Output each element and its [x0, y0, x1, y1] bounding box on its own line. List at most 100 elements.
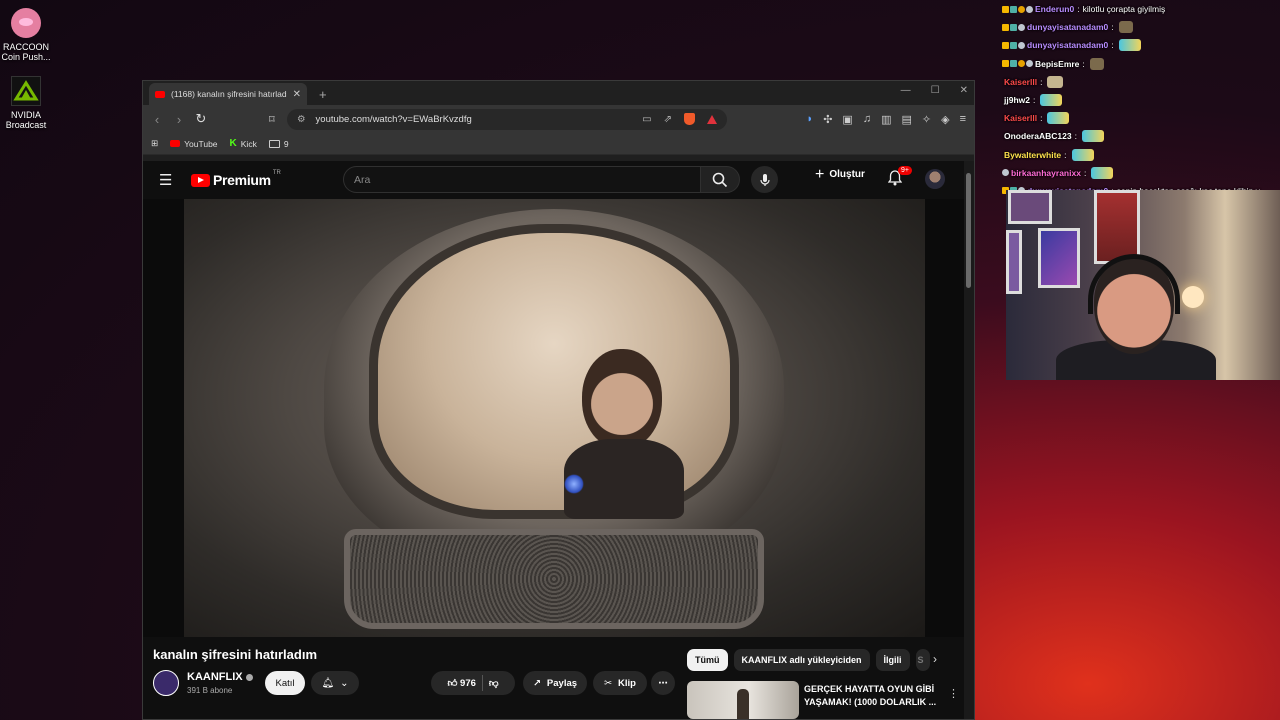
- gem-badge-icon: [1026, 60, 1033, 68]
- search-placeholder: Ara: [354, 173, 371, 186]
- screenshot-icon[interactable]: ▣: [842, 113, 852, 126]
- notification-badge: 9+: [898, 166, 912, 175]
- sub-badge-icon: [1010, 60, 1017, 68]
- music-icon[interactable]: ♫: [863, 113, 871, 126]
- voice-search-button[interactable]: [751, 166, 778, 193]
- browser-tab-active[interactable]: (1168) kanalın şifresini hatırladım ✕: [149, 83, 307, 105]
- forward-icon[interactable]: ›: [173, 112, 185, 127]
- join-button[interactable]: Katıl: [265, 671, 305, 695]
- sub-badge-icon: [1010, 41, 1017, 49]
- minimize-icon[interactable]: —: [901, 85, 911, 96]
- chip-next[interactable]: S: [915, 649, 930, 671]
- site-info-icon[interactable]: ⚙: [297, 114, 306, 125]
- more-actions-button[interactable]: ⋯: [651, 671, 675, 695]
- extensions-icon[interactable]: ✣: [823, 113, 832, 126]
- browser-window: (1168) kanalın şifresini hatırladım ✕ + …: [142, 80, 975, 720]
- search-input[interactable]: Ara: [343, 166, 701, 193]
- chat-separator: :: [1077, 4, 1080, 15]
- close-window-icon[interactable]: ✕: [960, 85, 968, 96]
- subscriber-count: 391 B abone: [187, 686, 233, 695]
- brave-rewards-icon[interactable]: [707, 114, 717, 124]
- search-button[interactable]: [700, 166, 740, 193]
- chat-username[interactable]: dunyayisatanadam0: [1027, 40, 1108, 50]
- chat-emote-icon: [1089, 57, 1104, 70]
- channel-avatar[interactable]: [153, 670, 179, 696]
- share-page-icon[interactable]: ⇗: [664, 114, 672, 125]
- scrollbar-thumb[interactable]: [966, 173, 971, 288]
- bookmarks-bar: ⊞ YouTube K Kick 9: [143, 133, 974, 155]
- apps-grid-icon[interactable]: ⊞: [151, 138, 158, 149]
- close-tab-icon[interactable]: ✕: [293, 89, 301, 100]
- bookmark-label: YouTube: [184, 138, 218, 149]
- youtube-premium-logo[interactable]: Premium TR: [191, 170, 281, 188]
- bookmark-youtube[interactable]: YouTube: [170, 138, 218, 149]
- chat-username[interactable]: Bywalterwhite: [1004, 150, 1061, 160]
- account-avatar[interactable]: [925, 169, 945, 189]
- like-button[interactable]: 👍︎ 976: [447, 677, 475, 689]
- chip-related[interactable]: İlgili: [875, 649, 910, 671]
- chat-username[interactable]: OnoderaABC123: [1004, 131, 1072, 141]
- microphone-icon: [759, 173, 770, 186]
- bookmark-page-icon[interactable]: ⌑: [269, 113, 275, 126]
- chat-username[interactable]: Kaiserlll: [1004, 77, 1037, 87]
- chat-separator: :: [1064, 149, 1067, 160]
- page-scrollbar[interactable]: [964, 161, 974, 719]
- desktop-icon-nvidia[interactable]: NVIDIA Broadcast: [0, 76, 52, 130]
- chat-username[interactable]: Enderun0: [1035, 4, 1074, 14]
- chat-message: dunyayisatanadam0:: [1002, 36, 1280, 54]
- gem-badge-icon: [1026, 5, 1033, 13]
- cast-icon[interactable]: ▭: [642, 114, 651, 125]
- wall-poster: [1006, 230, 1022, 294]
- bookmark-folder[interactable]: 9: [268, 139, 289, 149]
- more-vert-icon[interactable]: ⋮: [948, 687, 959, 700]
- chat-message: BepisEmre:: [1002, 55, 1280, 73]
- share-button[interactable]: ↗ Paylaş: [523, 671, 587, 695]
- blue-light: [564, 474, 584, 494]
- translate-icon[interactable]: ◗: [807, 113, 814, 126]
- chat-separator: :: [1074, 131, 1077, 142]
- subscription-bell-button[interactable]: 🔔︎ ⌄: [311, 671, 359, 695]
- dislike-icon[interactable]: 👎︎: [489, 677, 499, 689]
- chat-text: kilotlu çorapta giyilmiş: [1082, 4, 1166, 15]
- raccoon-icon: [11, 8, 41, 38]
- chip-uploader[interactable]: KAANFLIX adlı yükleyiciden: [733, 649, 870, 671]
- guide-menu-icon[interactable]: ☰: [159, 171, 179, 189]
- wall-poster: [1008, 190, 1052, 224]
- chevron-right-icon[interactable]: ›: [933, 652, 937, 666]
- ai-assistant-icon[interactable]: ✧: [922, 113, 931, 126]
- gem-badge-icon: [1002, 169, 1009, 177]
- bookmark-kick[interactable]: K Kick: [230, 138, 257, 149]
- create-button[interactable]: + Oluştur: [815, 166, 865, 182]
- menu-icon[interactable]: ≡: [960, 113, 966, 126]
- notifications-button[interactable]: 9+: [887, 166, 912, 191]
- window-controls: — ☐ ✕: [901, 85, 968, 96]
- crown-badge-icon: [1002, 23, 1009, 31]
- wallet-icon[interactable]: ▤: [901, 113, 911, 126]
- youtube-header: ☰ Premium TR Ara + Oluştur 9+: [143, 161, 966, 199]
- chat-username[interactable]: dunyayisatanadam0: [1027, 22, 1108, 32]
- bell-icon: 🔔︎: [321, 677, 335, 689]
- reload-icon[interactable]: ↻: [195, 111, 207, 127]
- chevron-down-icon: ⌄: [340, 677, 349, 689]
- clip-button[interactable]: ✂ Klip: [593, 671, 647, 695]
- brave-shield-icon[interactable]: [684, 113, 695, 125]
- chat-username[interactable]: BepisEmre: [1035, 59, 1079, 69]
- video-player[interactable]: [143, 199, 966, 637]
- chat-username[interactable]: birkaanhayranixx: [1011, 168, 1081, 178]
- recommended-title[interactable]: GERÇEK HAYATTA OYUN GİBİ YAŞAMAK! (1000 …: [804, 683, 944, 709]
- chat-username[interactable]: jj9hw2: [1004, 95, 1030, 105]
- browser-toolbar: ‹ › ↻ ⌑ ⚙ youtube.com/watch?v=EWaBrKvzdf…: [143, 105, 974, 133]
- gem-badge-icon: [1018, 41, 1025, 49]
- address-bar[interactable]: ⌑ ⚙ youtube.com/watch?v=EWaBrKvzdfg ▭ ⇗: [269, 108, 727, 130]
- maximize-icon[interactable]: ☐: [931, 85, 940, 96]
- chip-all[interactable]: Tümü: [687, 649, 728, 671]
- desktop-icon-raccoon[interactable]: RACCOON Coin Push...: [0, 8, 52, 62]
- vpn-icon[interactable]: ◈: [941, 113, 949, 126]
- channel-name[interactable]: KAANFLIX: [187, 671, 253, 683]
- recommended-thumbnail[interactable]: [687, 681, 799, 719]
- chat-emote-icon: [1047, 112, 1070, 125]
- sidebar-icon[interactable]: ▥: [881, 113, 891, 126]
- back-icon[interactable]: ‹: [151, 112, 163, 127]
- chat-username[interactable]: Kaiserlll: [1004, 113, 1037, 123]
- new-tab-button[interactable]: +: [319, 87, 327, 102]
